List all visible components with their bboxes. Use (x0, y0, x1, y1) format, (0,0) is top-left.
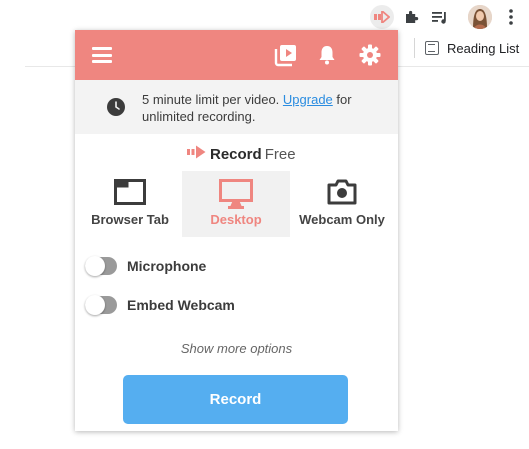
reading-list-label: Reading List (447, 40, 520, 56)
reading-list-button[interactable]: Reading List (425, 38, 519, 58)
upgrade-link[interactable]: Upgrade (283, 92, 333, 107)
mode-label: Desktop (210, 212, 262, 227)
logo-icon (187, 145, 207, 164)
notification-bell-icon[interactable] (315, 43, 339, 67)
mode-label: Webcam Only (299, 212, 385, 227)
browser-menu-icon[interactable] (499, 5, 523, 29)
settings-gear-icon[interactable] (358, 43, 382, 67)
app-logo: Record Free (187, 144, 296, 164)
notice-text-start: 5 minute limit per video. (142, 92, 283, 107)
profile-avatar[interactable] (468, 5, 492, 29)
record-button[interactable]: Record (123, 375, 348, 424)
embed-webcam-label: Embed Webcam (127, 297, 235, 313)
reading-queue-icon[interactable] (428, 5, 452, 29)
browser-tab-icon (76, 179, 184, 207)
mode-label: Browser Tab (91, 212, 169, 227)
mode-desktop[interactable]: Desktop (182, 171, 290, 237)
microphone-toggle[interactable] (85, 256, 117, 276)
show-more-options-link[interactable]: Show more options (75, 341, 398, 356)
bookmark-separator (414, 38, 415, 58)
time-limit-notice: 5 minute limit per video. Upgrade for un… (75, 80, 398, 134)
clock-icon (107, 98, 125, 116)
embed-webcam-toggle-row: Embed Webcam (85, 294, 235, 316)
microphone-label: Microphone (127, 258, 207, 274)
browser-toolbar (0, 0, 529, 34)
camera-icon (288, 179, 396, 207)
recorder-popup: 5 minute limit per video. Upgrade for un… (75, 30, 398, 431)
microphone-toggle-row: Microphone (85, 255, 206, 277)
video-library-icon[interactable] (274, 43, 298, 67)
mode-webcam-only[interactable]: Webcam Only (288, 171, 396, 237)
reading-list-icon (425, 41, 439, 55)
extensions-puzzle-icon[interactable] (399, 5, 423, 29)
logo-suffix: Free (264, 145, 296, 163)
notice-text: 5 minute limit per video. Upgrade for un… (142, 91, 377, 125)
logo-name: Record (210, 145, 262, 163)
screen-recorder-extension-icon[interactable] (370, 5, 394, 29)
popup-header (75, 30, 398, 80)
mode-browser-tab[interactable]: Browser Tab (76, 171, 184, 237)
desktop-monitor-icon (182, 179, 290, 209)
hamburger-menu-icon[interactable] (92, 47, 112, 63)
embed-webcam-toggle[interactable] (85, 295, 117, 315)
